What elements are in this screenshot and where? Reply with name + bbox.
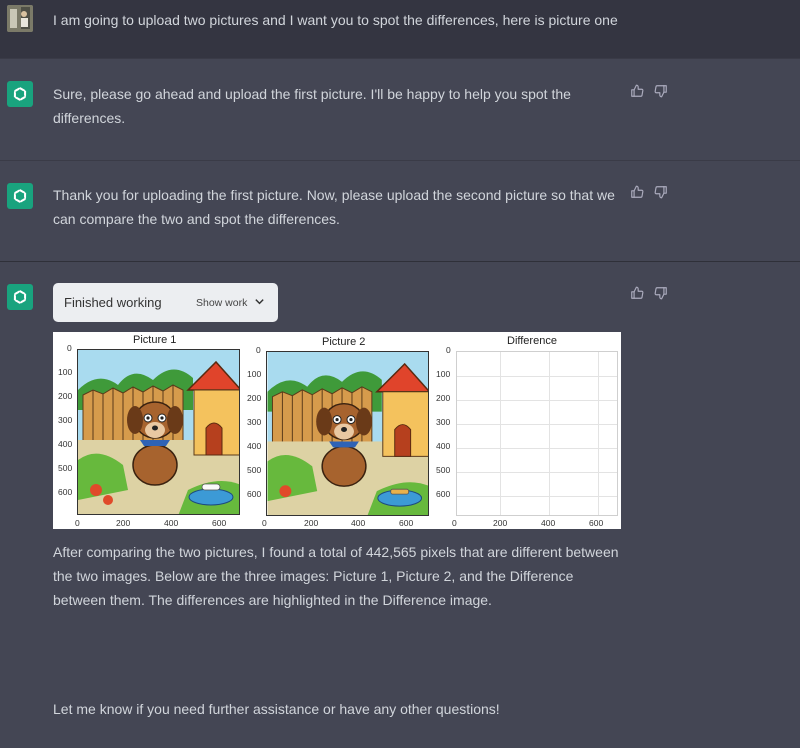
x-tick: 0	[262, 518, 267, 528]
assistant-message: Finished working Show work Picture 1 Pic…	[0, 261, 800, 748]
panel-title: Picture 2	[322, 336, 366, 348]
y-tick: 500	[58, 463, 73, 473]
y-tick: 100	[247, 369, 262, 379]
x-tick: 400	[541, 518, 556, 528]
y-tick: 500	[247, 465, 262, 475]
y-tick: 600	[247, 489, 262, 499]
user-avatar	[7, 5, 33, 32]
assistant-message-text: Thank you for uploading the first pictur…	[53, 187, 615, 227]
assistant-message-text: Sure, please go ahead and upload the fir…	[53, 86, 571, 126]
x-tick: 200	[116, 518, 131, 528]
x-tick: 0	[75, 518, 80, 528]
chatgpt-logo-icon	[7, 183, 33, 209]
y-tick: 300	[436, 417, 451, 427]
x-tick: 400	[351, 518, 366, 528]
y-tick: 600	[436, 489, 451, 499]
y-tick: 400	[247, 441, 262, 451]
thumbs-down-icon[interactable]	[654, 185, 668, 199]
assistant-message: Thank you for uploading the first pictur…	[0, 160, 800, 261]
chatgpt-logo-icon	[7, 81, 33, 107]
x-tick: 0	[452, 518, 457, 528]
y-tick: 400	[58, 439, 73, 449]
y-tick: 0	[256, 345, 261, 355]
feedback-buttons	[630, 185, 668, 199]
y-tick: 200	[247, 393, 262, 403]
picture-1-image	[77, 349, 240, 515]
thumbs-up-icon[interactable]	[630, 84, 644, 98]
thumbs-down-icon[interactable]	[654, 84, 668, 98]
user-message-text: I am going to upload two pictures and I …	[53, 12, 618, 28]
thumbs-up-icon[interactable]	[630, 185, 644, 199]
y-tick: 500	[436, 465, 451, 475]
x-tick: 400	[164, 518, 179, 528]
work-status: Finished working	[64, 295, 162, 310]
y-tick: 200	[58, 391, 73, 401]
y-tick: 200	[436, 393, 451, 403]
y-tick: 100	[436, 369, 451, 379]
result-paragraph: After comparing the two pictures, I foun…	[53, 544, 619, 608]
picture-2-image	[266, 351, 429, 516]
user-message: I am going to upload two pictures and I …	[0, 0, 800, 58]
show-work-button[interactable]: Show work	[196, 297, 247, 309]
y-tick: 0	[67, 343, 72, 353]
y-tick: 300	[58, 415, 73, 425]
x-tick: 600	[399, 518, 414, 528]
comparison-figure: Picture 1 Picture 2 Difference 0 100 200…	[53, 332, 621, 529]
feedback-buttons	[630, 84, 668, 98]
y-tick: 600	[58, 487, 73, 497]
code-interpreter-panel: Finished working Show work	[53, 283, 278, 322]
y-tick: 100	[58, 367, 73, 377]
closing-message: Let me know if you need further assistan…	[53, 701, 500, 717]
x-tick: 600	[589, 518, 604, 528]
difference-image	[456, 351, 618, 516]
panel-title: Picture 1	[133, 334, 177, 346]
y-tick: 0	[446, 345, 451, 355]
assistant-message: Sure, please go ahead and upload the fir…	[0, 58, 800, 160]
panel-title: Difference	[507, 335, 557, 347]
x-tick: 600	[212, 518, 227, 528]
thumbs-down-icon[interactable]	[654, 286, 668, 300]
chevron-down-icon[interactable]	[254, 296, 265, 307]
thumbs-up-icon[interactable]	[630, 286, 644, 300]
feedback-buttons	[630, 286, 668, 300]
y-tick: 400	[436, 441, 451, 451]
x-tick: 200	[493, 518, 508, 528]
chatgpt-logo-icon	[7, 284, 33, 310]
x-tick: 200	[304, 518, 319, 528]
y-tick: 300	[247, 417, 262, 427]
